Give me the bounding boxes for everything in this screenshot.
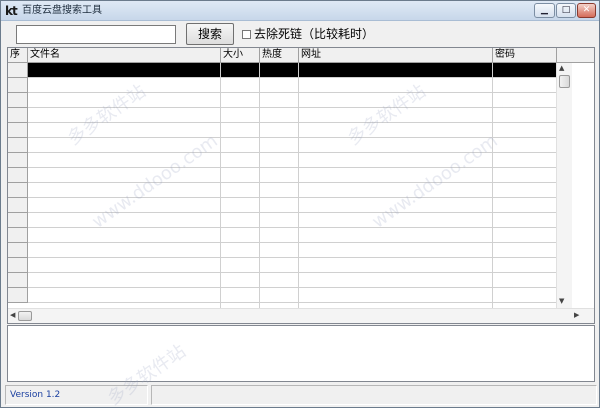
maximize-icon: □: [561, 5, 571, 15]
table-row[interactable]: [8, 228, 556, 243]
column-divider: [298, 63, 299, 308]
status-message: [151, 385, 597, 405]
horizontal-scrollbar[interactable]: ◀ ▶: [8, 308, 594, 323]
row-header[interactable]: [8, 108, 28, 123]
table-row[interactable]: [8, 108, 556, 123]
column-header-url[interactable]: 网址: [299, 48, 493, 63]
row-header[interactable]: [8, 228, 28, 243]
results-table[interactable]: 序 文件名 大小 热度 网址 密码 ▲ ▼ ◀ ▶: [7, 47, 595, 324]
scroll-left-arrow-icon[interactable]: ◀: [10, 311, 15, 319]
table-row[interactable]: [8, 123, 556, 138]
search-button[interactable]: 搜索: [186, 23, 234, 45]
row-header[interactable]: [8, 93, 28, 108]
table-row[interactable]: [8, 198, 556, 213]
row-header[interactable]: [8, 288, 28, 303]
row-header[interactable]: [8, 198, 28, 213]
column-header-password[interactable]: 密码: [493, 48, 557, 63]
table-row[interactable]: [8, 168, 556, 183]
scroll-up-arrow-icon[interactable]: ▲: [559, 64, 564, 72]
table-row[interactable]: [8, 213, 556, 228]
log-output-area[interactable]: [7, 325, 595, 382]
row-header[interactable]: [8, 273, 28, 288]
horizontal-scroll-thumb[interactable]: [18, 311, 32, 321]
table-row[interactable]: [8, 288, 556, 303]
version-label: Version 1.2: [5, 385, 148, 405]
table-row[interactable]: [8, 63, 556, 78]
maximize-button[interactable]: □: [556, 3, 576, 18]
table-row[interactable]: [8, 153, 556, 168]
row-header[interactable]: [8, 258, 28, 273]
table-row[interactable]: [8, 78, 556, 93]
row-header[interactable]: [8, 168, 28, 183]
status-bar: Version 1.2: [5, 385, 597, 405]
row-header[interactable]: [8, 123, 28, 138]
window-title: 百度云盘搜索工具: [22, 5, 102, 16]
app-logo-icon: kt: [5, 4, 18, 18]
minimize-icon: ▁: [541, 5, 548, 15]
scroll-down-arrow-icon[interactable]: ▼: [559, 297, 564, 305]
row-header[interactable]: [8, 213, 28, 228]
column-header-size[interactable]: 大小: [221, 48, 260, 63]
search-input[interactable]: [16, 25, 176, 44]
table-header: 序 文件名 大小 热度 网址 密码: [8, 48, 594, 63]
close-button[interactable]: ✕: [577, 3, 596, 18]
table-row[interactable]: [8, 243, 556, 258]
column-divider: [220, 63, 221, 308]
row-header[interactable]: [8, 138, 28, 153]
column-divider: [492, 63, 493, 308]
table-row[interactable]: [8, 258, 556, 273]
table-row[interactable]: [8, 138, 556, 153]
column-divider: [259, 63, 260, 308]
row-header[interactable]: [8, 183, 28, 198]
vertical-scrollbar[interactable]: ▲ ▼: [556, 63, 572, 308]
vertical-scroll-thumb[interactable]: [559, 75, 570, 88]
row-header[interactable]: [8, 78, 28, 93]
column-header-index[interactable]: 序: [8, 48, 28, 63]
row-header[interactable]: [8, 153, 28, 168]
table-row[interactable]: [8, 273, 556, 288]
column-header-filename[interactable]: 文件名: [28, 48, 221, 63]
app-window: kt 百度云盘搜索工具 ▁ □ ✕ 搜索 去除死链（比较耗时） 序 文件名 大小…: [0, 0, 600, 408]
remove-dead-links-checkbox[interactable]: [242, 30, 251, 39]
scroll-right-arrow-icon[interactable]: ▶: [574, 311, 579, 319]
row-header[interactable]: [8, 63, 28, 78]
scrollbar-gap: [576, 63, 594, 308]
table-row[interactable]: [8, 93, 556, 108]
row-header[interactable]: [8, 243, 28, 258]
title-bar[interactable]: kt 百度云盘搜索工具 ▁ □ ✕: [1, 1, 599, 21]
table-row[interactable]: [8, 183, 556, 198]
close-icon: ✕: [582, 5, 591, 15]
minimize-button[interactable]: ▁: [534, 3, 555, 18]
remove-dead-links-label: 去除死链（比较耗时）: [254, 27, 375, 41]
column-header-popularity[interactable]: 热度: [260, 48, 299, 63]
